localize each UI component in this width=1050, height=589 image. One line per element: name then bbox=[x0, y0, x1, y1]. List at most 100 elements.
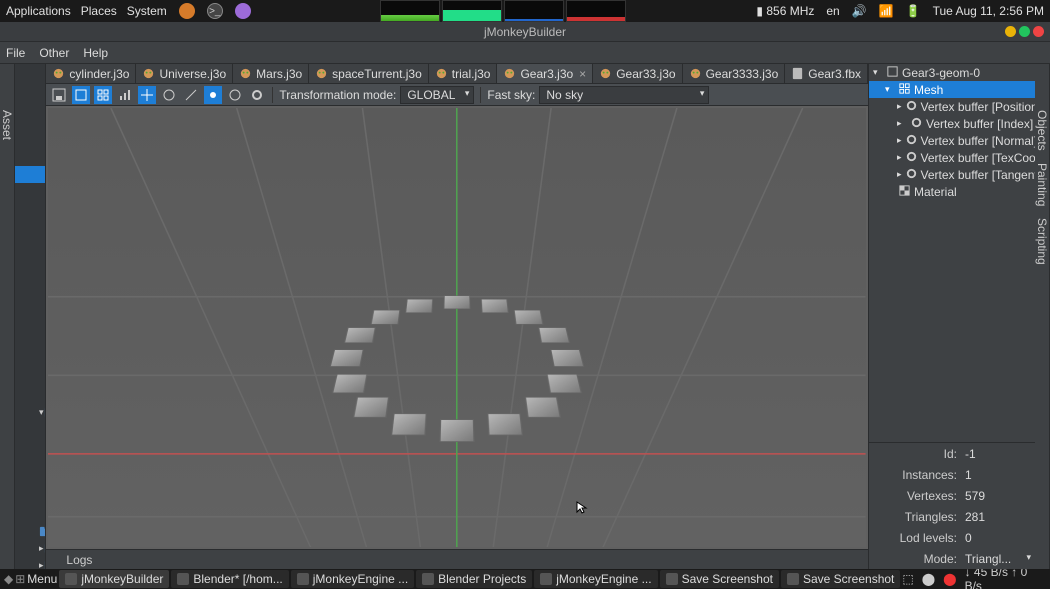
scale-icon[interactable] bbox=[182, 86, 200, 104]
file-tab[interactable]: Gear3.j3o× bbox=[497, 64, 593, 84]
tree-item[interactable]: sphere.j3o bbox=[15, 319, 46, 336]
3d-viewport[interactable] bbox=[48, 108, 866, 547]
tree-item[interactable]: spaceTurrent.j3o bbox=[15, 115, 46, 132]
tree-item[interactable]: terrain-alpha-blend-2.png bbox=[15, 455, 46, 472]
wifi-icon[interactable]: 📶 bbox=[879, 4, 894, 18]
taskbar-item[interactable]: Save Screenshot bbox=[660, 570, 779, 588]
start-menu[interactable]: Menu bbox=[27, 572, 57, 586]
grid-icon[interactable] bbox=[94, 86, 112, 104]
menu-file[interactable]: File bbox=[6, 46, 25, 60]
tree-item[interactable]: hills1.obj bbox=[15, 234, 46, 251]
show-desktop-icon[interactable]: ⊞ bbox=[15, 572, 25, 586]
logs-panel-header[interactable]: Logs bbox=[46, 549, 868, 569]
property-value[interactable]: Triangl... bbox=[961, 552, 1035, 566]
tree-item[interactable]: sphere.j3odata bbox=[15, 336, 46, 353]
scene-tree[interactable]: ▾Gear3-geom-0▾Mesh▸Vertex buffer [Positi… bbox=[869, 64, 1035, 442]
scene-tree-item[interactable]: ▸Vertex buffer [Tangent] bbox=[869, 166, 1035, 183]
taskbar-item[interactable]: jMonkeyBuilder bbox=[59, 570, 169, 588]
particle-icon[interactable] bbox=[248, 86, 266, 104]
asset-tree[interactable]: ▾Space Turrentfmg48prwjy0w-MachinegunTur… bbox=[15, 64, 46, 569]
applications-menu[interactable]: Applications bbox=[6, 4, 71, 18]
net-indicator[interactable]: ↓ 45 B/s ↑ 0 B/s bbox=[965, 569, 1046, 589]
maximize-button[interactable] bbox=[1019, 26, 1030, 37]
file-tab[interactable]: Gear3.fbx bbox=[785, 64, 868, 84]
taskbar-item[interactable]: jMonkeyEngine ... bbox=[291, 570, 414, 588]
file-tab[interactable]: Gear3333.j3o bbox=[683, 64, 786, 84]
fast-sky-dropdown[interactable]: No sky bbox=[539, 86, 709, 104]
battery-icon[interactable]: 🔋 bbox=[906, 4, 921, 18]
app-icon[interactable] bbox=[235, 3, 251, 19]
terminal-icon[interactable]: >_ bbox=[207, 3, 223, 19]
tree-item[interactable]: hills.j3o bbox=[15, 217, 46, 234]
file-tab[interactable]: cylinder.j3o bbox=[46, 64, 136, 84]
file-tab[interactable]: trial.j3o bbox=[429, 64, 498, 84]
objects-tab[interactable]: Objects bbox=[1035, 104, 1049, 157]
system-monitor[interactable] bbox=[380, 0, 626, 22]
close-button[interactable] bbox=[1033, 26, 1044, 37]
clock[interactable]: Tue Aug 11, 2:56 PM bbox=[933, 4, 1044, 18]
tree-item[interactable]: Hover Tank.j3o bbox=[15, 268, 46, 285]
asset-tab[interactable]: Asset bbox=[0, 104, 14, 146]
start-menu-icon[interactable]: ◆ bbox=[4, 572, 13, 586]
tree-item[interactable]: fmg48prwjy0w-MachinegunTurret.zip bbox=[15, 81, 46, 98]
scene-tree-item[interactable]: ▾Mesh bbox=[869, 81, 1035, 98]
stats-icon[interactable] bbox=[116, 86, 134, 104]
tree-item[interactable]: terrain-alpha-blend-1.png bbox=[15, 438, 46, 455]
save-icon[interactable] bbox=[50, 86, 68, 104]
tree-item[interactable]: hover-tank.zip bbox=[15, 285, 46, 302]
tree-item[interactable]: Gear3.j3o bbox=[15, 166, 46, 183]
file-tab[interactable]: spaceTurrent.j3o bbox=[309, 64, 429, 84]
tree-item[interactable]: ▾Space Turrent bbox=[15, 64, 46, 81]
tree-item[interactable]: sphere.obj bbox=[15, 353, 46, 370]
painting-tab[interactable]: Painting bbox=[1035, 157, 1049, 212]
scene-tree-item[interactable]: ▸Vertex buffer [Normal] bbox=[869, 132, 1035, 149]
taskbar-item[interactable]: Save Screenshot bbox=[781, 570, 900, 588]
taskbar-item[interactable]: Blender* [/hom... bbox=[171, 570, 288, 588]
tree-item[interactable]: Shaders bbox=[15, 523, 45, 540]
lang-indicator[interactable]: en bbox=[826, 4, 839, 18]
scene-tree-item[interactable]: ▸Vertex buffer [TexCoo... bbox=[869, 149, 1035, 166]
taskbar-item[interactable]: Blender Projects bbox=[416, 570, 532, 588]
taskbar-item[interactable]: jMonkeyEngine ... bbox=[534, 570, 657, 588]
move-icon[interactable] bbox=[138, 86, 156, 104]
scripting-tab[interactable]: Scripting bbox=[1035, 212, 1049, 271]
tree-item[interactable]: terrain-alpha-blend-3.png bbox=[15, 472, 46, 489]
scene-tree-item[interactable]: Material bbox=[869, 183, 1035, 200]
tray-icon[interactable]: ⬤ bbox=[922, 572, 935, 586]
tree-item[interactable]: Gear3333.j3o bbox=[15, 183, 46, 200]
tree-item[interactable]: ▸Sounds bbox=[15, 540, 45, 557]
scene-tree-item[interactable]: ▾Gear3-geom-0 bbox=[869, 64, 1035, 81]
cpu-freq-indicator[interactable]: ▮ 856 MHz bbox=[756, 4, 814, 18]
file-tab[interactable]: Gear33.j3o bbox=[593, 64, 682, 84]
tree-item[interactable]: Universe.j3odata bbox=[15, 506, 46, 523]
firefox-icon[interactable] bbox=[179, 3, 195, 19]
tree-item[interactable]: trial.obj bbox=[15, 387, 46, 404]
minimize-button[interactable] bbox=[1005, 26, 1016, 37]
tree-item[interactable]: trial.j3o bbox=[15, 370, 46, 387]
menu-other[interactable]: Other bbox=[39, 46, 69, 60]
rotate-icon[interactable] bbox=[160, 86, 178, 104]
scene-tree-item[interactable]: ▸Vertex buffer [Index] bbox=[869, 115, 1035, 132]
file-tab[interactable]: Mars.j3o bbox=[233, 64, 309, 84]
transform-mode-dropdown[interactable]: GLOBAL bbox=[400, 86, 474, 104]
places-menu[interactable]: Places bbox=[81, 4, 117, 18]
light-icon[interactable] bbox=[204, 86, 222, 104]
selection-icon[interactable] bbox=[72, 86, 90, 104]
tree-item[interactable]: Universe.j3o bbox=[15, 489, 46, 506]
tree-item[interactable]: ▸Textures bbox=[15, 557, 45, 569]
menu-help[interactable]: Help bbox=[83, 46, 108, 60]
volume-icon[interactable]: 🔊 bbox=[852, 4, 867, 18]
tree-item[interactable]: Gear3333.obj bbox=[15, 200, 46, 217]
tree-item[interactable]: Gear3.fbx bbox=[15, 149, 46, 166]
close-tab-icon[interactable]: × bbox=[579, 67, 586, 81]
tree-item[interactable]: ▾Scenes bbox=[15, 404, 45, 421]
system-menu[interactable]: System bbox=[127, 4, 167, 18]
audio-icon[interactable] bbox=[226, 86, 244, 104]
tray-icon[interactable]: ⬚ bbox=[902, 572, 913, 586]
tree-item[interactable]: Hover Tank.blend bbox=[15, 251, 46, 268]
scene-tree-item[interactable]: ▸Vertex buffer [Position] bbox=[869, 98, 1035, 115]
file-tab[interactable]: Universe.j3o bbox=[136, 64, 233, 84]
tray-icon[interactable]: ⬤ bbox=[943, 572, 956, 586]
tree-item[interactable]: J.jpg bbox=[15, 302, 46, 319]
tree-item[interactable]: Mars.j3o bbox=[15, 421, 46, 438]
